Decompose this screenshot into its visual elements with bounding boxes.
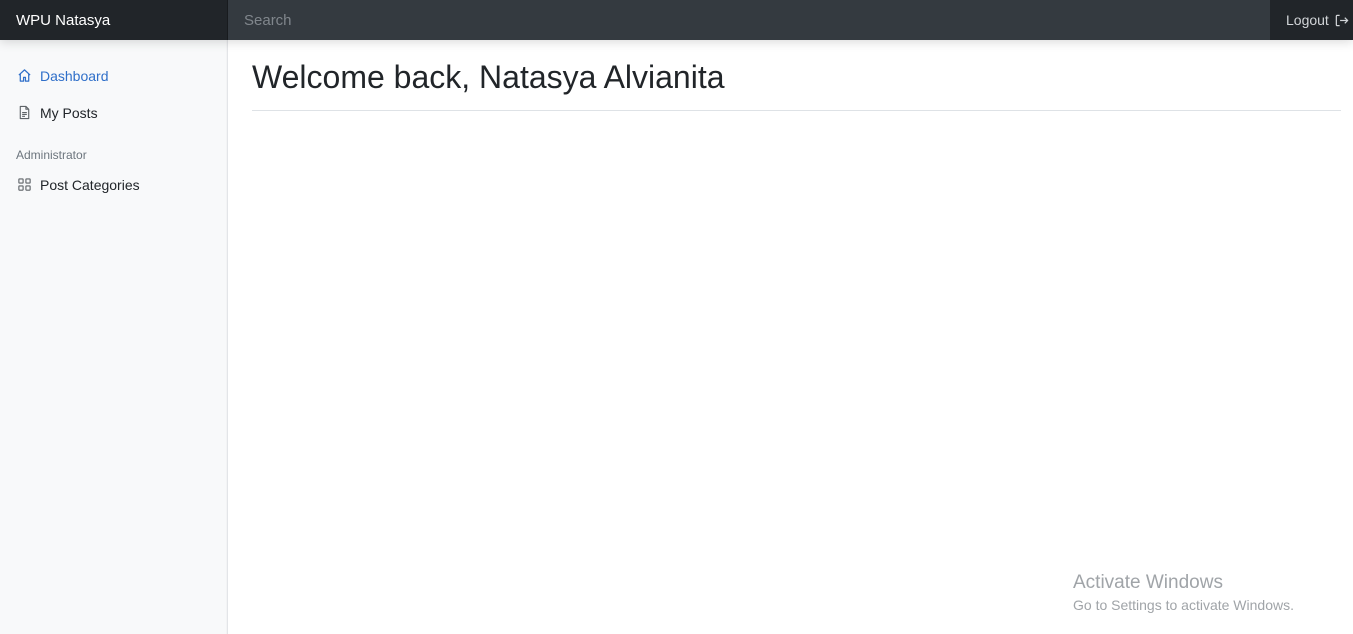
sidebar-item-my-posts[interactable]: My Posts xyxy=(0,94,227,131)
page-title: Welcome back, Natasya Alvianita xyxy=(252,59,725,95)
grid-icon xyxy=(16,177,32,193)
sidebar-section-administrator: Administrator xyxy=(16,148,87,162)
title-divider xyxy=(252,110,1341,111)
sidebar-item-label: Dashboard xyxy=(40,67,109,84)
home-icon xyxy=(16,68,32,84)
sidebar-item-dashboard[interactable]: Dashboard xyxy=(0,57,227,94)
main-content: Welcome back, Natasya Alvianita xyxy=(228,40,1353,634)
logout-label: Logout xyxy=(1286,12,1329,28)
sidebar-item-post-categories[interactable]: Post Categories xyxy=(0,166,227,203)
brand-link[interactable]: WPU Natasya xyxy=(0,0,228,40)
sidebar: Dashboard My Posts Administrator Post Ca… xyxy=(0,40,228,634)
top-navbar: WPU Natasya Logout xyxy=(0,0,1353,40)
search-input[interactable] xyxy=(228,0,1270,40)
sidebar-item-label: My Posts xyxy=(40,104,98,121)
logout-button[interactable]: Logout xyxy=(1270,0,1353,40)
sidebar-item-label: Post Categories xyxy=(40,176,140,193)
file-text-icon xyxy=(16,105,32,121)
logout-icon xyxy=(1334,12,1350,28)
